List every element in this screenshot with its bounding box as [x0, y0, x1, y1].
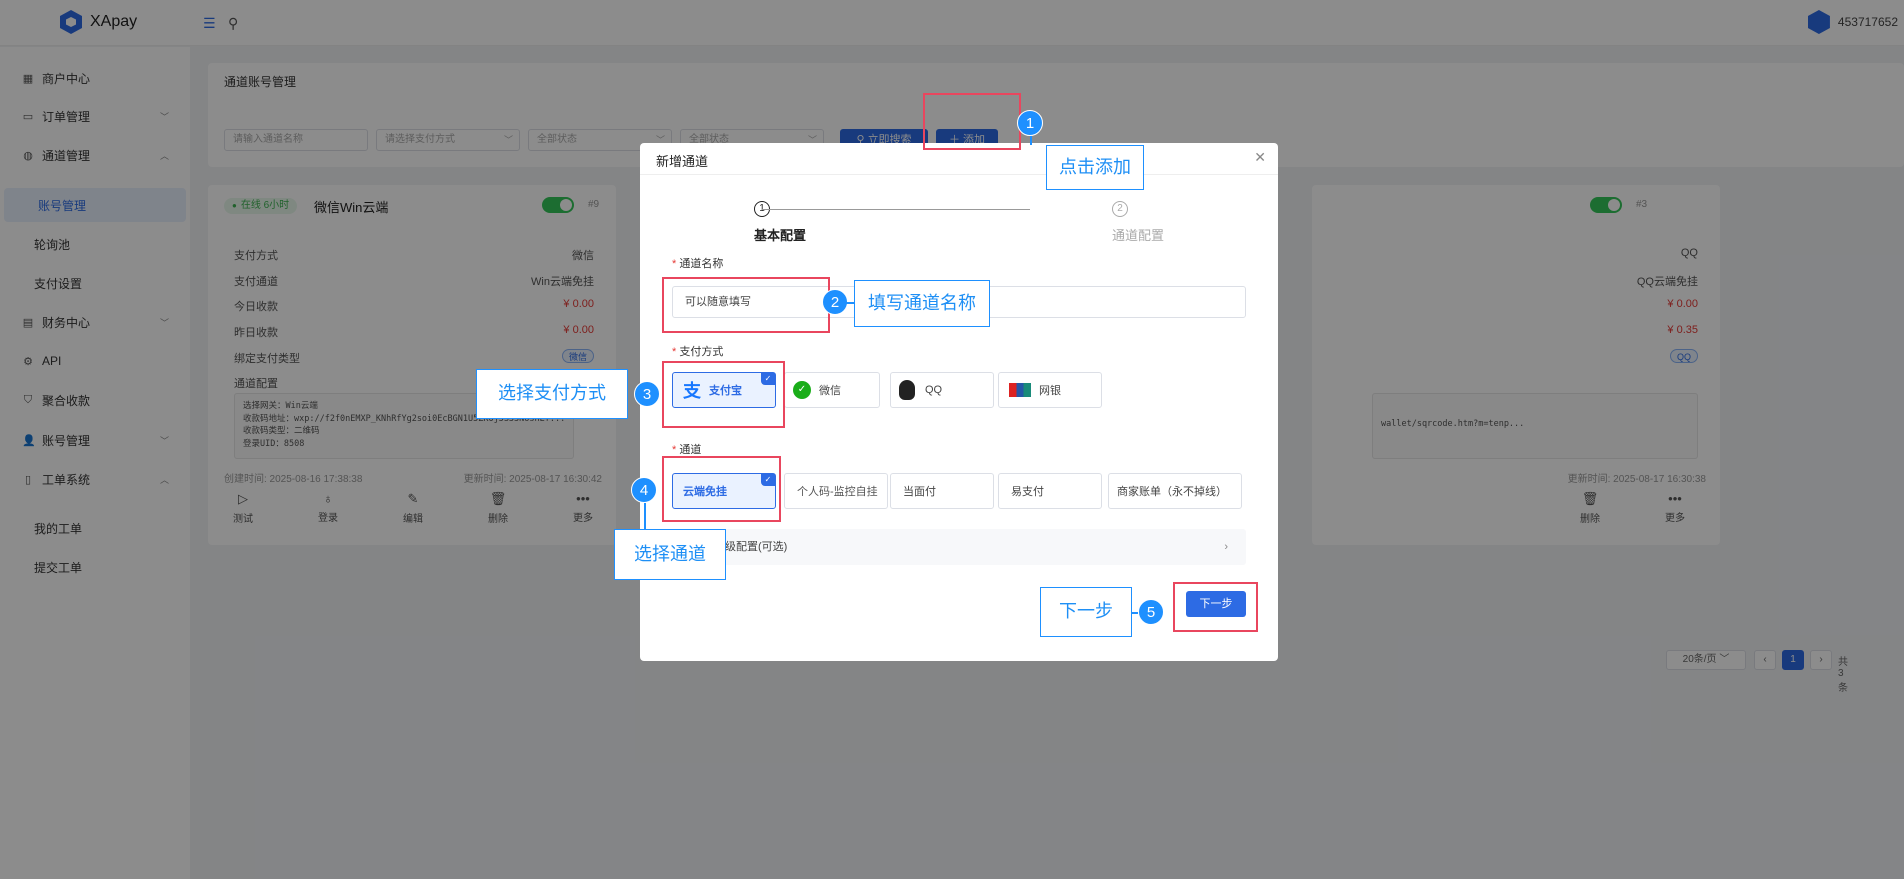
step-1-label: 基本配置 — [754, 228, 807, 243]
highlight-channel — [662, 456, 781, 522]
callout-click-add: 点击添加 — [1046, 145, 1144, 190]
step-number-3: 3 — [634, 381, 660, 407]
qq-icon — [899, 380, 915, 400]
pay-method-label: 支付方式 — [672, 343, 723, 359]
unionpay-icon — [1009, 383, 1031, 397]
channel-label: 通道 — [672, 441, 701, 457]
step-number-4: 4 — [631, 477, 657, 503]
advanced-config-toggle[interactable]: 高级配置(可选) › — [672, 529, 1246, 565]
channel-face-to-face[interactable]: 当面付 — [890, 473, 994, 509]
connector — [846, 302, 854, 304]
connector — [1030, 136, 1032, 145]
callout-select-channel: 选择通道 — [614, 529, 726, 580]
divider — [640, 174, 1278, 175]
callout-fill-channel-name: 填写通道名称 — [854, 280, 990, 327]
step-number-1: 1 — [1017, 110, 1043, 136]
channel-personal-code[interactable]: 个人码-监控自挂 — [784, 473, 888, 509]
channel-name-label: 通道名称 — [672, 255, 723, 271]
channel-easy-pay[interactable]: 易支付 — [998, 473, 1102, 509]
modal-title: 新增通道 — [656, 154, 709, 169]
step-2-circle: 2 — [1112, 201, 1128, 217]
connector — [644, 503, 646, 529]
step-line — [762, 209, 1030, 210]
highlight-channel-name — [662, 277, 830, 333]
step-number-5: 5 — [1138, 599, 1164, 625]
highlight-pay-method — [662, 361, 785, 428]
callout-next-step: 下一步 — [1040, 587, 1132, 637]
pay-method-wechat[interactable]: ✓ 微信 — [784, 372, 880, 408]
highlight-next-button — [1173, 582, 1258, 632]
channel-merchant-bill[interactable]: 商家账单（永不掉线） — [1108, 473, 1242, 509]
highlight-add-button — [923, 93, 1021, 150]
pay-method-qq[interactable]: QQ — [890, 372, 994, 408]
wechat-icon: ✓ — [793, 381, 811, 399]
close-icon[interactable]: ✕ — [1254, 149, 1266, 166]
step-2-label: 通道配置 — [1112, 228, 1165, 243]
chevron-right-icon: › — [1224, 541, 1228, 553]
pay-method-unionpay[interactable]: 网银 — [998, 372, 1102, 408]
step-number-2: 2 — [822, 289, 848, 315]
callout-select-pay-method: 选择支付方式 — [476, 369, 628, 419]
